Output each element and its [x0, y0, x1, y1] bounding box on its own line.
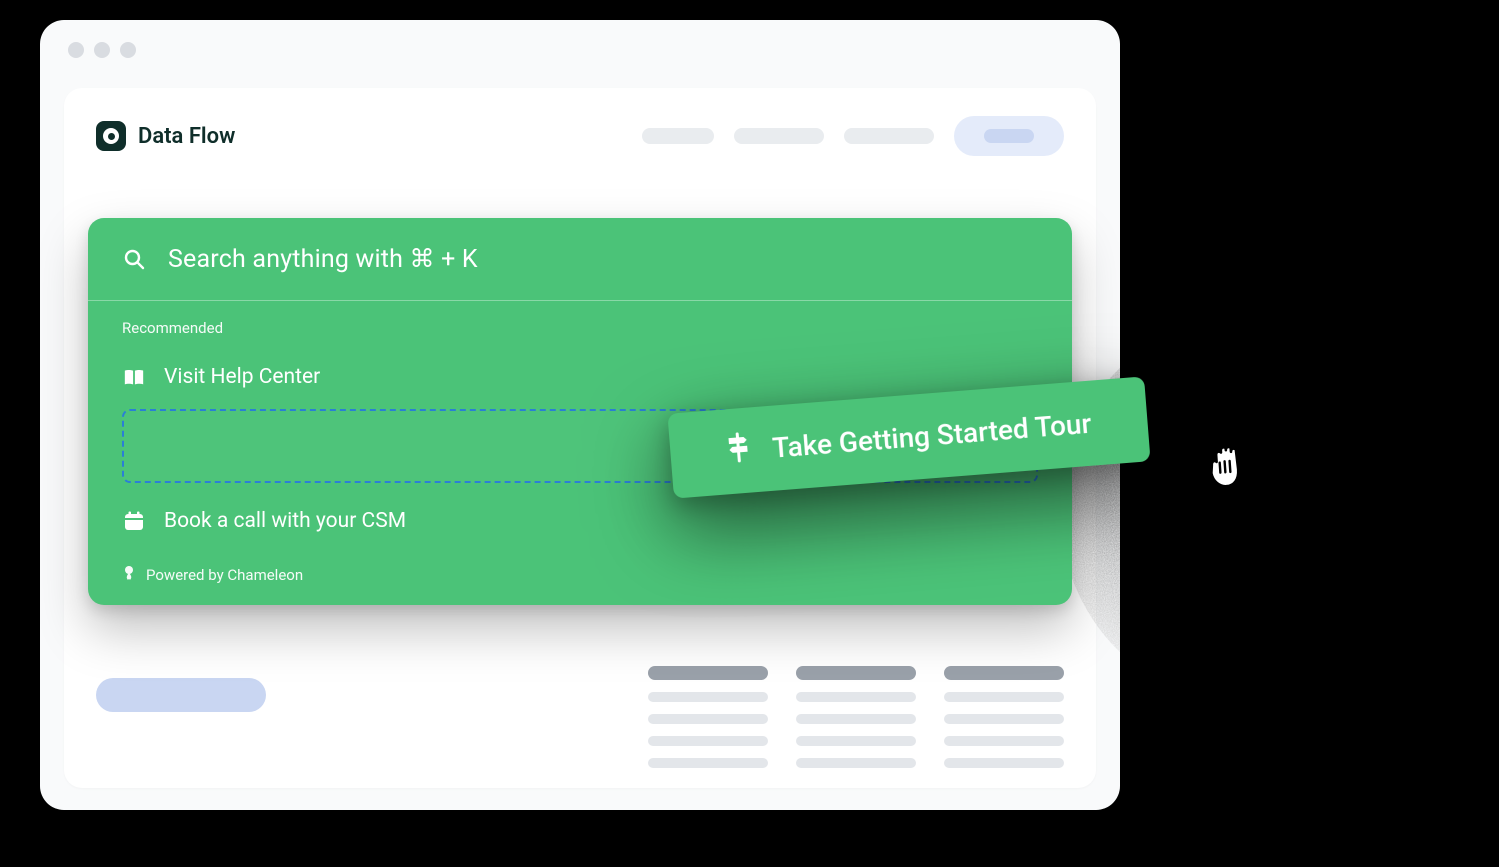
recommended-item-help-center[interactable]: Visit Help Center: [122, 355, 1038, 399]
grab-cursor-icon: [1196, 432, 1262, 502]
skeleton-column: [796, 666, 916, 768]
nav-placeholder: [642, 116, 1064, 156]
brand: Data Flow: [96, 121, 235, 151]
search-icon: [122, 247, 146, 271]
recommended-item-book-call[interactable]: Book a call with your CSM: [122, 499, 1038, 543]
palette-footer: Powered by Chameleon: [88, 551, 1072, 605]
calendar-icon: [122, 511, 146, 531]
nav-link-placeholder[interactable]: [734, 128, 824, 144]
recommended-item-label: Book a call with your CSM: [164, 509, 406, 533]
skeleton-column: [944, 666, 1064, 768]
signpost-icon: [725, 432, 752, 471]
chameleon-icon: [122, 565, 136, 585]
search-row[interactable]: Search anything with ⌘ + K: [88, 218, 1072, 300]
brand-logo-icon: [96, 121, 126, 151]
decorative-grain-shadow: [1060, 300, 1470, 730]
window-dot-maximize[interactable]: [120, 42, 136, 58]
window-dot-minimize[interactable]: [94, 42, 110, 58]
skeleton-column: [648, 666, 768, 768]
brand-name: Data Flow: [138, 124, 235, 149]
window-controls: [40, 20, 1120, 68]
recommended-item-label: Visit Help Center: [164, 365, 320, 389]
section-label-recommended: Recommended: [122, 319, 1038, 337]
floating-item-label: Take Getting Started Tour: [771, 407, 1092, 465]
skeleton-content: [96, 666, 1064, 768]
window-dot-close[interactable]: [68, 42, 84, 58]
nav-cta-placeholder[interactable]: [954, 116, 1064, 156]
book-icon: [122, 367, 146, 387]
palette-footer-text: Powered by Chameleon: [146, 566, 303, 584]
nav-link-placeholder[interactable]: [642, 128, 714, 144]
page-header: Data Flow: [96, 116, 1064, 156]
skeleton-cta-placeholder: [96, 678, 266, 712]
nav-link-placeholder[interactable]: [844, 128, 934, 144]
search-placeholder: Search anything with ⌘ + K: [168, 244, 478, 274]
